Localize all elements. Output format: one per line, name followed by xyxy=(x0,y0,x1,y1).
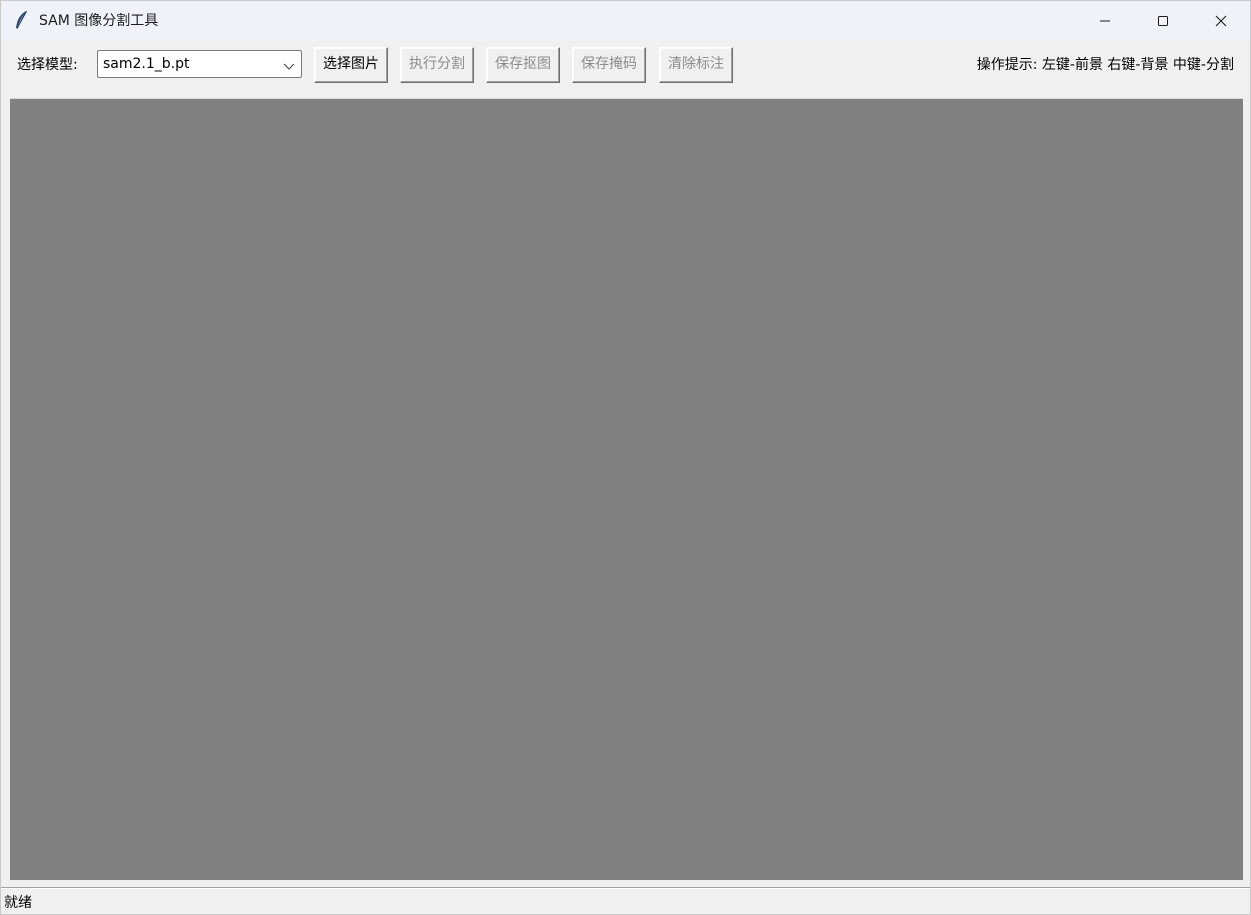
run-segmentation-button[interactable]: 执行分割 xyxy=(400,47,474,83)
minimize-icon xyxy=(1099,15,1111,27)
maximize-icon xyxy=(1157,15,1169,27)
app-window: SAM 图像分割工具 选择模型: sam2.1_b.pt 选择图片 执行分割 保… xyxy=(0,0,1251,915)
status-bar: 就绪 xyxy=(1,887,1250,915)
model-label: 选择模型: xyxy=(17,57,78,73)
toolbar: 选择模型: sam2.1_b.pt 选择图片 执行分割 保存抠图 保存掩码 清除… xyxy=(1,41,1250,97)
maximize-button[interactable] xyxy=(1134,1,1192,41)
model-select[interactable]: sam2.1_b.pt xyxy=(97,50,302,78)
close-button[interactable] xyxy=(1192,1,1250,41)
operation-hint: 操作提示: 左键-前景 右键-背景 中键-分割 xyxy=(976,57,1234,73)
window-title: SAM 图像分割工具 xyxy=(39,13,159,29)
minimize-button[interactable] xyxy=(1076,1,1134,41)
status-text: 就绪 xyxy=(4,895,32,911)
close-icon xyxy=(1215,15,1227,27)
save-mask-button[interactable]: 保存掩码 xyxy=(572,47,646,83)
chevron-down-icon[interactable] xyxy=(283,59,295,75)
feather-icon xyxy=(14,10,28,30)
model-select-value: sam2.1_b.pt xyxy=(103,56,190,72)
select-image-button[interactable]: 选择图片 xyxy=(314,47,388,83)
save-cutout-button[interactable]: 保存抠图 xyxy=(486,47,560,83)
clear-annotations-button[interactable]: 清除标注 xyxy=(659,47,733,83)
image-canvas[interactable] xyxy=(10,98,1243,880)
title-bar[interactable]: SAM 图像分割工具 xyxy=(1,1,1250,41)
